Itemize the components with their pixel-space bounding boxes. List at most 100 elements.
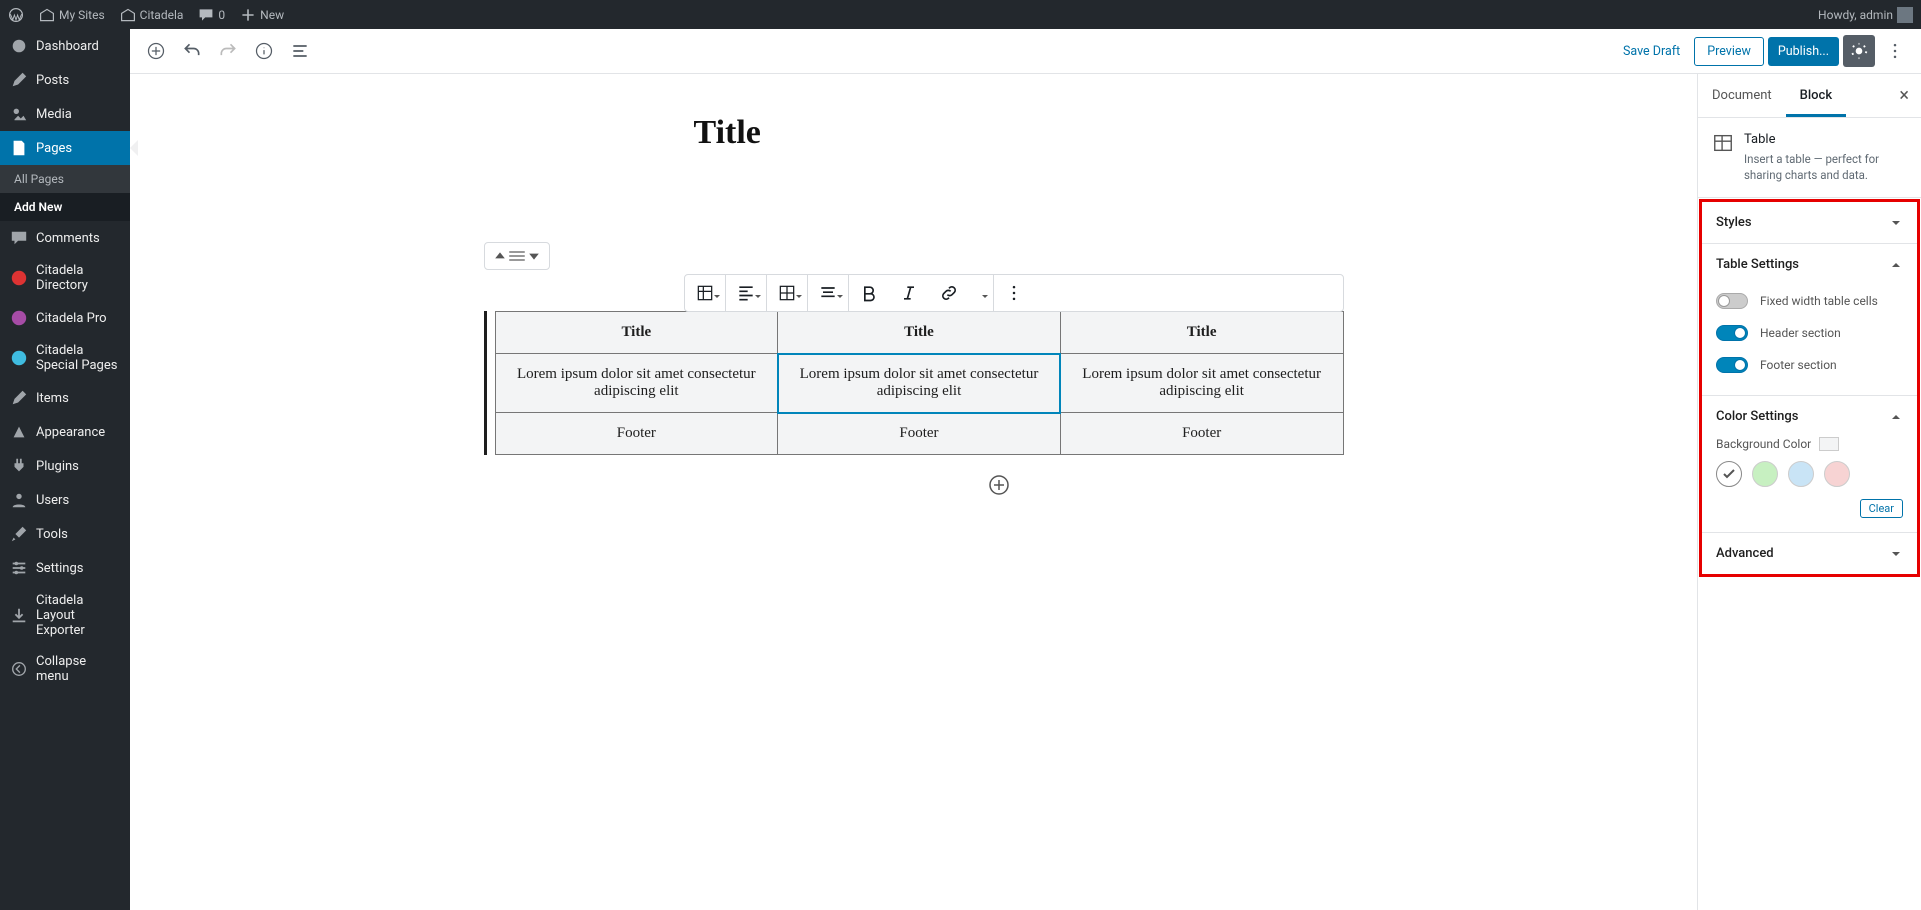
comments-link[interactable]: 0 bbox=[198, 7, 225, 23]
new-link[interactable]: New bbox=[240, 7, 284, 23]
block-appender[interactable] bbox=[654, 473, 1344, 501]
wp-logo[interactable] bbox=[8, 7, 24, 23]
move-down-button[interactable] bbox=[525, 247, 543, 265]
editor-canvas[interactable]: Title bbox=[130, 74, 1697, 910]
toggle-fixed-width[interactable] bbox=[1716, 293, 1748, 309]
transform-button[interactable] bbox=[685, 275, 725, 311]
table-footer-cell[interactable]: Footer bbox=[1060, 413, 1343, 455]
panel-toggle-table-settings[interactable]: Table Settings bbox=[1702, 244, 1917, 285]
outline-button[interactable] bbox=[284, 35, 316, 67]
sidebar-item-label: Posts bbox=[36, 73, 69, 88]
publish-button[interactable]: Publish... bbox=[1768, 37, 1839, 66]
table-cell[interactable]: Lorem ipsum dolor sit amet consectetur a… bbox=[778, 354, 1061, 413]
site-name-label: Citadela bbox=[140, 8, 184, 22]
table-block[interactable]: Title Title Title Lorem ipsum dolor sit … bbox=[484, 311, 1344, 455]
sidebar-item-label: Comments bbox=[36, 231, 100, 246]
color-swatch[interactable] bbox=[1824, 461, 1850, 487]
save-draft-button[interactable]: Save Draft bbox=[1613, 37, 1690, 66]
table-edit-button[interactable] bbox=[767, 275, 807, 311]
sidebar-item-label: Citadela Directory bbox=[36, 263, 120, 293]
site-link[interactable]: Citadela bbox=[120, 7, 184, 23]
data-table[interactable]: Title Title Title Lorem ipsum dolor sit … bbox=[495, 311, 1344, 455]
add-block-button[interactable] bbox=[140, 35, 172, 67]
tab-block[interactable]: Block bbox=[1786, 74, 1846, 117]
info-button[interactable] bbox=[248, 35, 280, 67]
sidebar-item-media[interactable]: Media bbox=[0, 97, 130, 131]
sidebar-item-label: Appearance bbox=[36, 425, 105, 440]
toggle-label: Header section bbox=[1760, 326, 1841, 340]
sidebar-item-tools[interactable]: Tools bbox=[0, 517, 130, 551]
sidebar-item-plugins[interactable]: Plugins bbox=[0, 449, 130, 483]
sidebar-item-citadela-special[interactable]: Citadela Special Pages bbox=[0, 335, 130, 381]
bold-button[interactable] bbox=[849, 275, 889, 311]
more-menu-button[interactable] bbox=[1879, 35, 1911, 67]
panel-toggle-color-settings[interactable]: Color Settings bbox=[1702, 396, 1917, 437]
redo-button[interactable] bbox=[212, 35, 244, 67]
sidebar-item-items[interactable]: Items bbox=[0, 381, 130, 415]
sidebar-item-label: Citadela Pro bbox=[36, 311, 107, 326]
sidebar-item-collapse[interactable]: Collapse menu bbox=[0, 646, 130, 692]
sidebar-item-label: Citadela Layout Exporter bbox=[36, 593, 120, 638]
more-rich-button[interactable] bbox=[969, 275, 993, 311]
color-swatch[interactable] bbox=[1752, 461, 1778, 487]
panel-toggle-styles[interactable]: Styles bbox=[1702, 202, 1917, 243]
table-footer-cell[interactable]: Footer bbox=[495, 413, 778, 455]
panel-title: Color Settings bbox=[1716, 409, 1798, 424]
page-title[interactable]: Title bbox=[694, 114, 1344, 152]
sidebar-item-settings[interactable]: Settings bbox=[0, 551, 130, 585]
chevron-up-icon bbox=[1889, 258, 1903, 272]
drag-handle[interactable] bbox=[509, 249, 525, 263]
sidebar-item-citadela-layout[interactable]: Citadela Layout Exporter bbox=[0, 585, 130, 646]
toggle-label: Fixed width table cells bbox=[1760, 294, 1878, 308]
sidebar-item-label: Items bbox=[36, 391, 69, 406]
block-mover bbox=[484, 242, 550, 270]
align-button[interactable] bbox=[726, 275, 766, 311]
table-footer-cell[interactable]: Footer bbox=[778, 413, 1061, 455]
panel-title: Advanced bbox=[1716, 546, 1774, 561]
table-header-cell[interactable]: Title bbox=[1060, 312, 1343, 354]
block-more-button[interactable] bbox=[994, 275, 1034, 311]
sidebar-item-posts[interactable]: Posts bbox=[0, 63, 130, 97]
chevron-down-icon bbox=[1889, 216, 1903, 230]
sidebar-item-dashboard[interactable]: Dashboard bbox=[0, 29, 130, 63]
admin-sidebar: Dashboard Posts Media Pages All Pages Ad… bbox=[0, 29, 130, 910]
sidebar-item-appearance[interactable]: Appearance bbox=[0, 415, 130, 449]
sidebar-item-citadela-directory[interactable]: Citadela Directory bbox=[0, 255, 130, 301]
inspector: Document Block × Table Insert a table — … bbox=[1697, 74, 1921, 910]
sidebar-item-label: Dashboard bbox=[36, 39, 99, 54]
close-inspector-button[interactable]: × bbox=[1887, 85, 1921, 106]
color-swatch[interactable] bbox=[1716, 461, 1742, 487]
inspector-tabs: Document Block × bbox=[1698, 74, 1921, 118]
sidebar-item-pages[interactable]: Pages bbox=[0, 131, 130, 165]
settings-toggle-button[interactable] bbox=[1843, 35, 1875, 67]
panel-toggle-advanced[interactable]: Advanced bbox=[1702, 533, 1917, 574]
sidebar-sub-add-new[interactable]: Add New bbox=[0, 193, 130, 221]
clear-color-button[interactable]: Clear bbox=[1860, 499, 1903, 518]
color-swatch[interactable] bbox=[1788, 461, 1814, 487]
sidebar-item-citadela-pro[interactable]: Citadela Pro bbox=[0, 301, 130, 335]
chevron-up-icon bbox=[1889, 410, 1903, 424]
toggle-label: Footer section bbox=[1760, 358, 1837, 372]
text-align-button[interactable] bbox=[808, 275, 848, 311]
undo-button[interactable] bbox=[176, 35, 208, 67]
tab-document[interactable]: Document bbox=[1698, 74, 1786, 117]
table-cell[interactable]: Lorem ipsum dolor sit amet consectetur a… bbox=[1060, 354, 1343, 413]
move-up-button[interactable] bbox=[491, 247, 509, 265]
block-description: Table Insert a table — perfect for shari… bbox=[1698, 118, 1921, 198]
table-cell[interactable]: Lorem ipsum dolor sit amet consectetur a… bbox=[495, 354, 778, 413]
editor-topbar: Save Draft Preview Publish... bbox=[130, 29, 1921, 74]
toggle-header-section[interactable] bbox=[1716, 325, 1748, 341]
table-header-cell[interactable]: Title bbox=[495, 312, 778, 354]
italic-button[interactable] bbox=[889, 275, 929, 311]
sidebar-item-label: Users bbox=[36, 493, 69, 508]
toggle-footer-section[interactable] bbox=[1716, 357, 1748, 373]
sidebar-sub-all-pages[interactable]: All Pages bbox=[0, 165, 130, 193]
table-header-cell[interactable]: Title bbox=[778, 312, 1061, 354]
sidebar-item-label: Media bbox=[36, 107, 72, 122]
sidebar-item-comments[interactable]: Comments bbox=[0, 221, 130, 255]
sidebar-item-users[interactable]: Users bbox=[0, 483, 130, 517]
my-sites-link[interactable]: My Sites bbox=[39, 7, 105, 23]
howdy-link[interactable]: Howdy, admin bbox=[1818, 7, 1913, 23]
link-button[interactable] bbox=[929, 275, 969, 311]
preview-button[interactable]: Preview bbox=[1694, 37, 1764, 66]
